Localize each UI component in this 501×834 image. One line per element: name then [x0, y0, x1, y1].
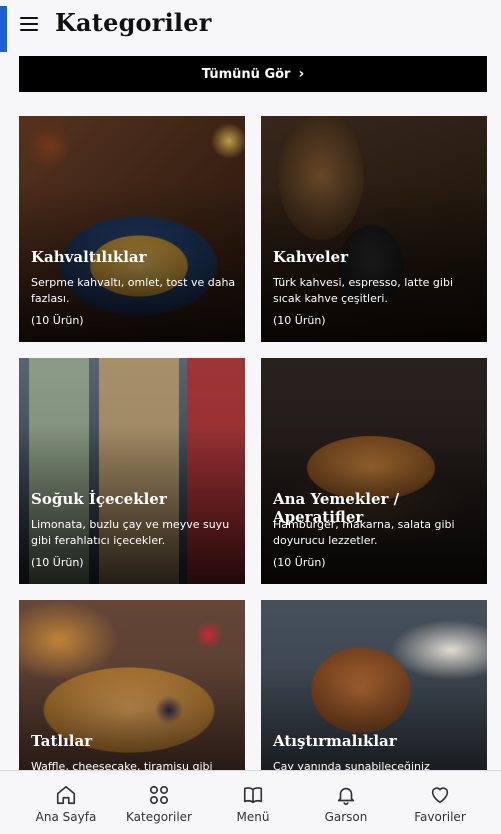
tab-label: Kategoriler	[126, 810, 192, 824]
category-desc: Türk kahvesi, espresso, latte gibi sıcak…	[273, 276, 453, 305]
tab-kategoriler[interactable]: Kategoriler	[109, 771, 209, 834]
book-icon	[243, 787, 263, 804]
category-title: Kahvaltılıklar	[31, 248, 147, 266]
category-count: (10 Ürün)	[31, 556, 84, 569]
category-count: (10 Ürün)	[273, 556, 326, 569]
category-title: Kahveler	[273, 248, 349, 266]
category-title: Tatlılar	[31, 732, 93, 750]
category-desc: Serpme kahvaltı, omlet, tost ve daha faz…	[31, 276, 236, 305]
tab-label: Ana Sayfa	[35, 810, 97, 824]
category-desc: Hamburger, makarna, salata gibi doyurucu…	[273, 518, 455, 547]
chevron-right-icon: ›	[298, 66, 305, 82]
category-card-ana-yemekler[interactable]: Ana Yemekler / Aperatifler Hamburger, ma…	[261, 358, 487, 584]
category-count: (10 Ürün)	[273, 314, 326, 327]
category-count: (10 Ürün)	[31, 314, 84, 327]
top-header: Kategoriler	[0, 0, 501, 52]
view-all-label: Tümünü Gör	[201, 66, 291, 82]
category-card-kahveler[interactable]: Kahveler Türk kahvesi, espresso, latte g…	[261, 116, 487, 342]
tab-label: Menü	[236, 810, 270, 824]
page-title: Kategoriler	[55, 8, 212, 37]
category-desc: Limonata, buzlu çay ve meyve suyu gibi f…	[31, 518, 230, 547]
home-icon	[56, 785, 76, 805]
tab-garson[interactable]: Garson	[296, 771, 396, 834]
tab-ana-sayfa[interactable]: Ana Sayfa	[16, 771, 116, 834]
bell-icon	[337, 787, 355, 805]
category-title: Atıştırmalıklar	[273, 732, 397, 750]
tab-menu[interactable]: Menü	[203, 771, 303, 834]
tab-label: Favoriler	[414, 810, 466, 824]
category-card-soguk-icecekler[interactable]: Soğuk İçecekler Limonata, buzlu çay ve m…	[19, 358, 245, 584]
view-all-button[interactable]: Tümünü Gör ›	[19, 56, 487, 92]
heart-icon	[431, 787, 449, 804]
category-card-kahvaltiliklar[interactable]: Kahvaltılıklar Serpme kahvaltı, omlet, t…	[19, 116, 245, 342]
tab-favoriler[interactable]: Favoriler	[390, 771, 490, 834]
category-title: Soğuk İçecekler	[31, 490, 167, 508]
tab-label: Garson	[324, 810, 368, 824]
hamburger-icon[interactable]	[20, 14, 44, 34]
grid-icon	[149, 785, 169, 805]
bottom-tab-bar: Ana Sayfa Kategoriler Menü Garson Favori…	[0, 770, 501, 834]
